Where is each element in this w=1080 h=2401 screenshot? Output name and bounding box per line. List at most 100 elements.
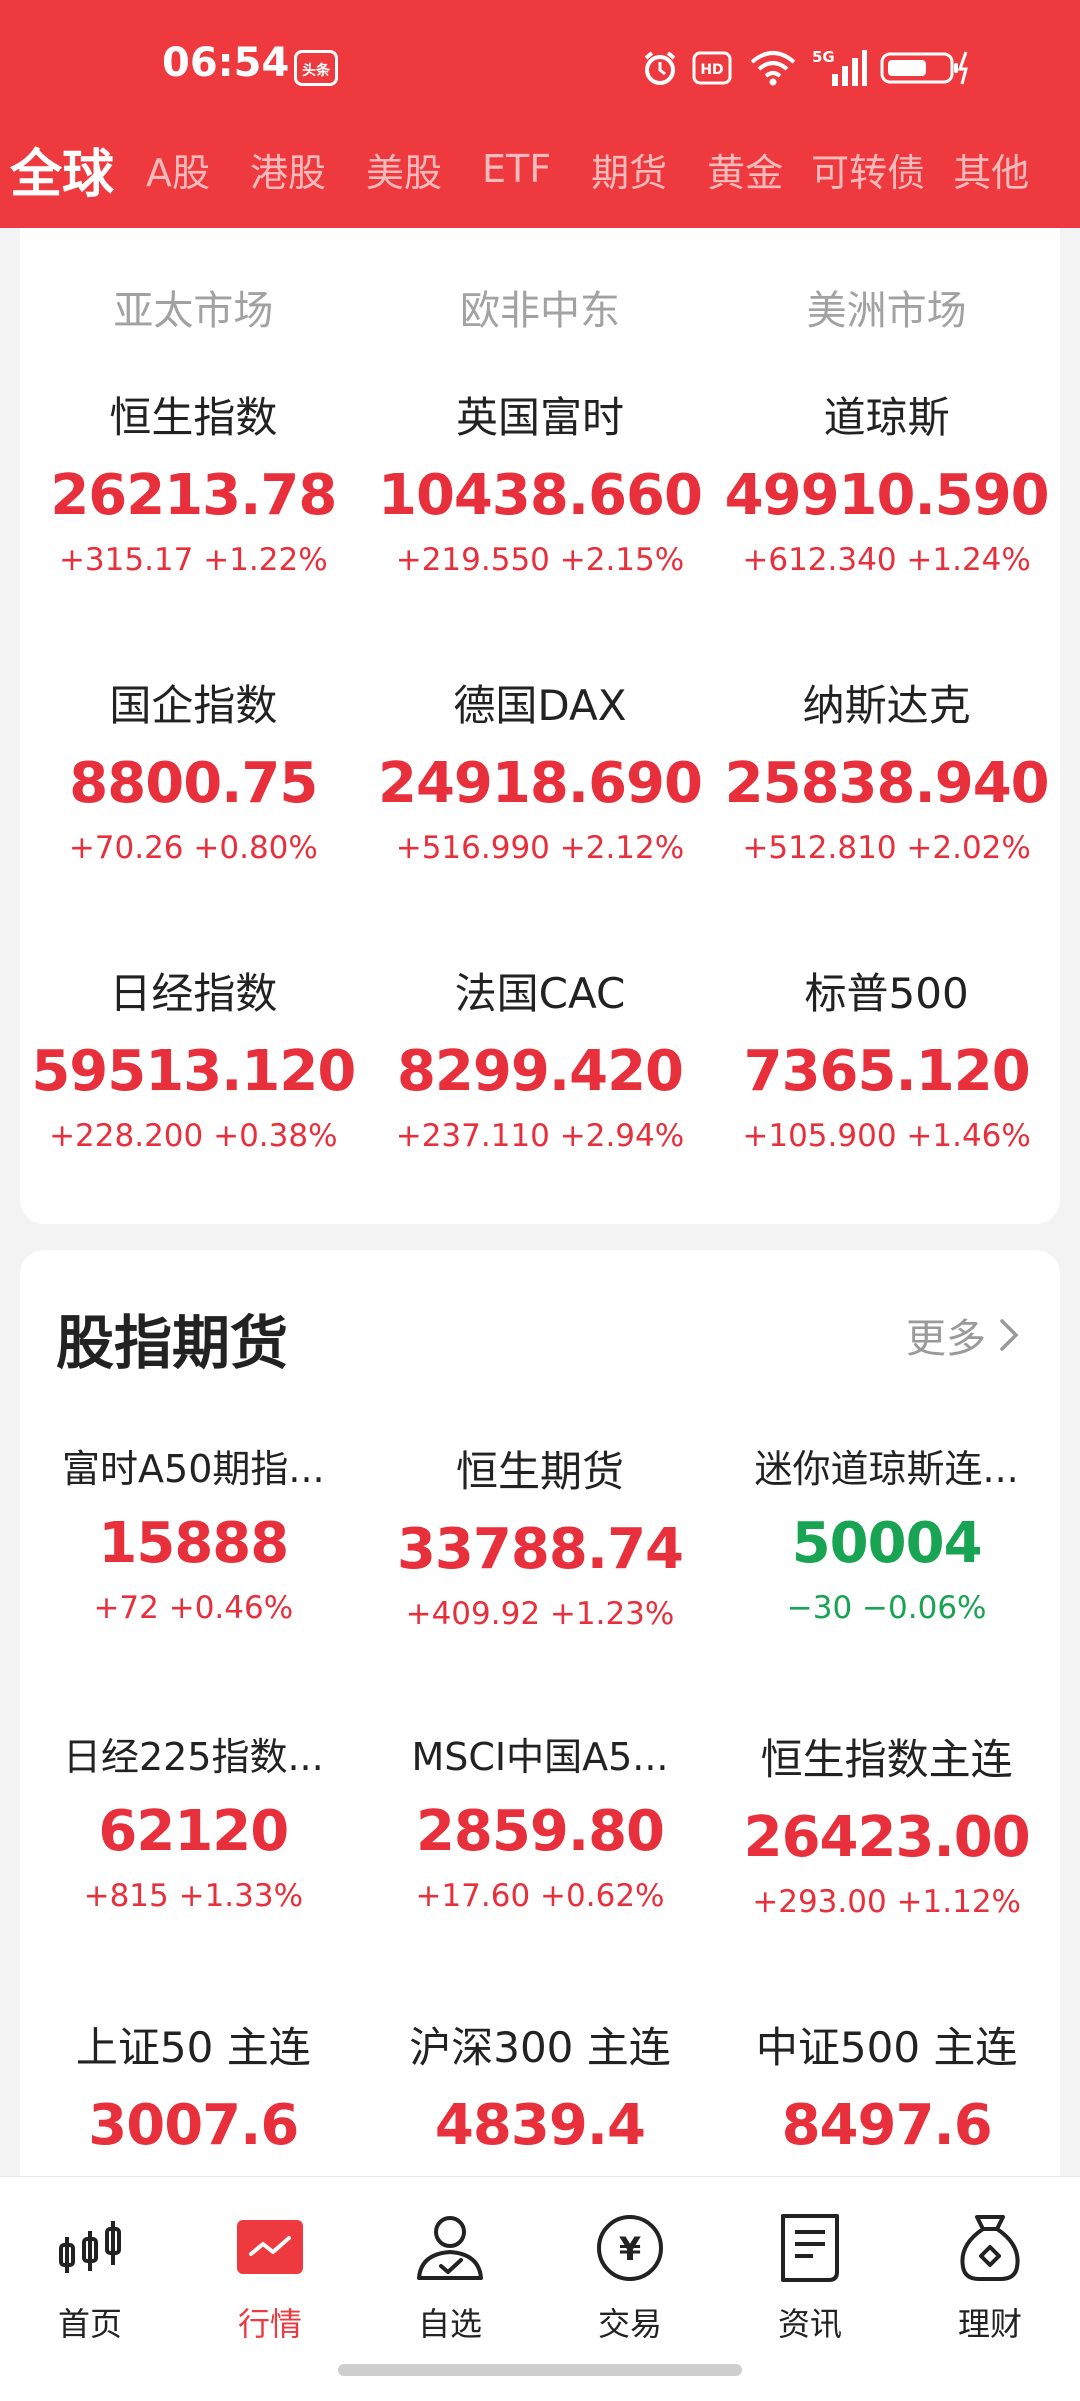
region-headers: 亚太市场 欧非中东 美洲市场	[20, 228, 1060, 336]
futures-price: 4839.4	[434, 2093, 646, 2158]
signal-5g-icon: 5G	[810, 44, 868, 92]
index-price: 10438.660	[377, 463, 703, 528]
tab-gold[interactable]: 黄金	[707, 142, 783, 197]
index-name: 国企指数	[109, 681, 278, 730]
top-header: 06:54 头条 HD 5G 全球 A股 港股 美股 ETF 期货 黄金 可转债…	[0, 0, 1080, 228]
futures-change: −30 −0.06%	[786, 1590, 987, 1626]
alarm-icon	[640, 44, 680, 92]
index-change: +228.200 +0.38%	[49, 1118, 338, 1154]
index-name: 英国富时	[455, 393, 624, 442]
tab-us-stocks[interactable]: 美股	[366, 142, 442, 197]
tab-convertible-bonds[interactable]: 可转债	[811, 142, 925, 197]
futures-cell[interactable]: 恒生期货 33788.74 +409.92 +1.23%	[367, 1438, 714, 1726]
tab-futures[interactable]: 期货	[591, 142, 667, 197]
status-time: 06:54	[162, 40, 290, 86]
index-change: +70.26 +0.80%	[68, 830, 318, 866]
futures-name: 迷你道琼斯连...	[754, 1447, 1019, 1491]
futures-name: 中证500 主连	[755, 2023, 1018, 2072]
nav-market[interactable]: 行情	[180, 2203, 360, 2345]
futures-change: +815 +1.33%	[83, 1878, 304, 1914]
index-cell[interactable]: 法国CAC 8299.420 +237.110 +2.94%	[367, 960, 714, 1210]
nav-label: 交易	[597, 2305, 662, 2343]
index-cell[interactable]: 标普500 7365.120 +105.900 +1.46%	[713, 960, 1060, 1210]
index-name: 纳斯达克	[802, 681, 971, 730]
svg-text:HD: HD	[700, 62, 723, 78]
index-price: 8299.420	[396, 1039, 684, 1104]
wifi-icon	[748, 44, 798, 92]
index-change: +315.17 +1.22%	[58, 542, 328, 578]
tab-other[interactable]: 其他	[953, 142, 1029, 197]
money-bag-icon	[900, 2203, 1080, 2293]
market-tabs: 全球 A股 港股 美股 ETF 期货 黄金 可转债 其他	[0, 124, 1080, 214]
more-link[interactable]: 更多	[906, 1306, 1020, 1364]
futures-cell[interactable]: 富时A50期指... 15888 +72 +0.46%	[20, 1438, 367, 1726]
futures-cell[interactable]: 恒生指数主连 26423.00 +293.00 +1.12%	[713, 1726, 1060, 2014]
futures-name: 富时A50期指...	[62, 1447, 325, 1491]
futures-grid: 富时A50期指... 15888 +72 +0.46% 恒生期货 33788.74 +4…	[20, 1438, 1060, 2214]
futures-price: 33788.74	[396, 1517, 684, 1582]
more-label: 更多	[906, 1316, 986, 1362]
index-name: 德国DAX	[453, 681, 627, 730]
nav-label: 资讯	[777, 2305, 842, 2343]
nav-label: 理财	[957, 2305, 1022, 2343]
battery-icon	[880, 44, 970, 92]
futures-change: +409.92 +1.23%	[405, 1596, 675, 1632]
index-cell[interactable]: 恒生指数 26213.78 +315.17 +1.22%	[20, 384, 367, 672]
index-price: 24918.690	[377, 751, 703, 816]
nav-label: 行情	[237, 2305, 302, 2343]
nav-home[interactable]: 首页	[0, 2203, 180, 2345]
index-price: 7365.120	[743, 1039, 1031, 1104]
futures-price: 62120	[98, 1799, 289, 1864]
tab-a-shares[interactable]: A股	[146, 142, 210, 197]
market-chart-icon	[180, 2203, 360, 2293]
futures-name: 恒生指数主连	[760, 1735, 1013, 1784]
index-name: 法国CAC	[454, 969, 626, 1018]
futures-change: +72 +0.46%	[93, 1590, 294, 1626]
futures-price: 26423.00	[743, 1805, 1031, 1870]
index-cell[interactable]: 日经指数 59513.120 +228.200 +0.38%	[20, 960, 367, 1210]
futures-price: 15888	[98, 1511, 289, 1576]
index-name: 恒生指数	[109, 393, 278, 442]
index-futures-card: 股指期货 更多 富时A50期指... 15888 +72 +0.46% 恒生期货 33…	[20, 1250, 1060, 2250]
nav-news[interactable]: 资讯	[720, 2203, 900, 2345]
index-cell[interactable]: 纳斯达克 25838.940 +512.810 +2.02%	[713, 672, 1060, 960]
nav-trade[interactable]: ¥ 交易	[540, 2203, 720, 2345]
tab-etf[interactable]: ETF	[482, 147, 551, 191]
index-name: 日经指数	[109, 969, 278, 1018]
news-document-icon	[720, 2203, 900, 2293]
index-price: 8800.75	[69, 751, 318, 816]
region-asia-pacific[interactable]: 亚太市场	[20, 278, 367, 336]
index-price: 26213.78	[50, 463, 337, 528]
nav-label: 首页	[57, 2305, 122, 2343]
index-name: 标普500	[804, 969, 969, 1018]
index-change: +512.810 +2.02%	[742, 830, 1031, 866]
region-americas[interactable]: 美洲市场	[713, 278, 1060, 336]
candlestick-icon	[0, 2203, 180, 2293]
index-cell[interactable]: 国企指数 8800.75 +70.26 +0.80%	[20, 672, 367, 960]
home-indicator[interactable]	[338, 2364, 742, 2376]
tab-global[interactable]: 全球	[10, 132, 114, 207]
index-cell[interactable]: 英国富时 10438.660 +219.550 +2.15%	[367, 384, 714, 672]
futures-name: 日经225指数...	[62, 1735, 324, 1779]
user-check-icon	[360, 2203, 540, 2293]
futures-cell[interactable]: 日经225指数... 62120 +815 +1.33%	[20, 1726, 367, 2014]
futures-name: MSCI中国A5...	[411, 1735, 669, 1779]
index-cell[interactable]: 道琼斯 49910.590 +612.340 +1.24%	[713, 384, 1060, 672]
region-emea[interactable]: 欧非中东	[367, 278, 714, 336]
tab-hk-stocks[interactable]: 港股	[250, 142, 326, 197]
futures-cell[interactable]: 迷你道琼斯连... 50004 −30 −0.06%	[713, 1438, 1060, 1726]
index-change: +219.550 +2.15%	[395, 542, 685, 578]
index-price: 25838.940	[724, 751, 1050, 816]
nav-wealth[interactable]: 理财	[900, 2203, 1080, 2345]
global-markets-card: 亚太市场 欧非中东 美洲市场 恒生指数 26213.78 +315.17 +1.22…	[20, 228, 1060, 1224]
yen-coin-icon: ¥	[540, 2203, 720, 2293]
futures-cell[interactable]: MSCI中国A5... 2859.80 +17.60 +0.62%	[367, 1726, 714, 2014]
market-index-grid: 恒生指数 26213.78 +315.17 +1.22% 英国富时 10438.660…	[20, 384, 1060, 1210]
index-price: 49910.590	[724, 463, 1050, 528]
futures-name: 沪深300 主连	[409, 2023, 671, 2072]
svg-text:¥: ¥	[619, 2230, 641, 2268]
section-title: 股指期货	[56, 1309, 289, 1377]
index-name: 道琼斯	[823, 393, 950, 442]
nav-watchlist[interactable]: 自选	[360, 2203, 540, 2345]
index-cell[interactable]: 德国DAX 24918.690 +516.990 +2.12%	[367, 672, 714, 960]
